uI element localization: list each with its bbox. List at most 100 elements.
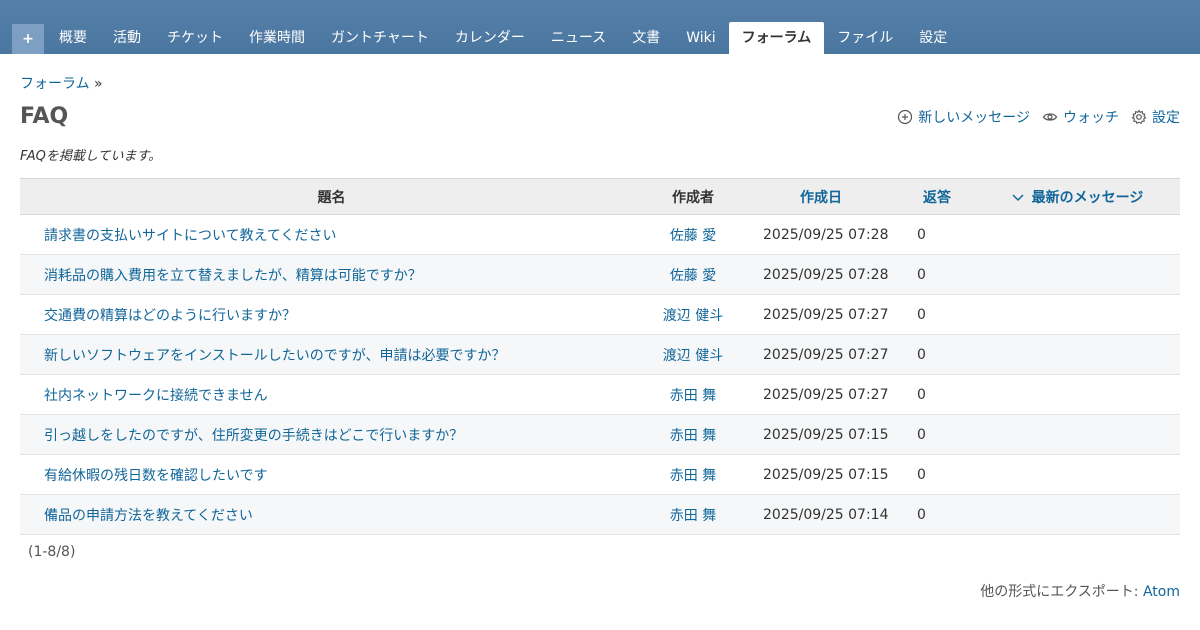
tab-6[interactable]: ニュース xyxy=(538,22,619,54)
tab-9[interactable]: フォーラム xyxy=(728,22,825,54)
new-message-label: 新しいメッセージ xyxy=(918,110,1030,126)
subject-cell: 請求書の支払いサイトについて教えてください xyxy=(20,214,643,255)
tab-10[interactable]: ファイル xyxy=(824,22,906,54)
tab-2[interactable]: チケット xyxy=(154,22,236,54)
author-cell: 佐藤 愛 xyxy=(643,214,743,255)
table-row: 社内ネットワークに接続できません 赤田 舞 2025/09/25 07:27 0 xyxy=(20,374,1180,415)
author-cell: 赤田 舞 xyxy=(643,454,743,495)
table-row: 消耗品の購入費用を立て替えましたが、精算は可能ですか？ 佐藤 愛 2025/09/2… xyxy=(20,254,1180,295)
author-cell: 渡辺 健斗 xyxy=(643,294,743,335)
replies-cell: 0 xyxy=(899,294,975,335)
gear-icon xyxy=(1131,109,1147,125)
replies-cell: 0 xyxy=(899,214,975,255)
message-subject-link[interactable]: 引っ越しをしたのですが、住所変更の手続きはどこで行いますか？ xyxy=(44,428,463,444)
message-subject-link[interactable]: 交通費の精算はどのように行いますか？ xyxy=(44,308,296,324)
last-message-label: 最新のメッセージ xyxy=(1031,189,1144,206)
table-row: 請求書の支払いサイトについて教えてください 佐藤 愛 2025/09/25 07:2… xyxy=(20,214,1180,255)
replies-cell: 0 xyxy=(899,414,975,455)
message-subject-link[interactable]: 新しいソフトウェアをインストールしたいのですが、申請は必要ですか？ xyxy=(44,348,505,364)
author-cell: 赤田 舞 xyxy=(643,374,743,415)
eye-icon xyxy=(1042,113,1058,121)
author-link[interactable]: 赤田 舞 xyxy=(670,508,716,524)
last-message-cell xyxy=(975,294,1180,335)
new-message-link[interactable]: 新しいメッセージ xyxy=(897,107,1030,127)
tab-8[interactable]: Wiki xyxy=(673,22,728,54)
subject-cell: 消耗品の購入費用を立て替えましたが、精算は可能ですか？ xyxy=(20,254,643,295)
tab-7[interactable]: 文書 xyxy=(619,22,673,54)
contextual-actions: 新しいメッセージ ウォッチ 設定 xyxy=(897,107,1180,127)
watch-link[interactable]: ウォッチ xyxy=(1042,107,1119,127)
board-description: FAQを掲載しています。 xyxy=(20,149,162,164)
created-cell: 2025/09/25 07:28 xyxy=(743,254,899,295)
tab-1[interactable]: 活動 xyxy=(100,22,154,54)
author-link[interactable]: 赤田 舞 xyxy=(670,468,716,484)
replies-cell: 0 xyxy=(899,254,975,295)
author-link[interactable]: 佐藤 愛 xyxy=(670,228,716,244)
last-message-cell xyxy=(975,494,1180,535)
created-cell: 2025/09/25 07:28 xyxy=(743,214,899,255)
column-header-author: 作成者 xyxy=(643,178,743,215)
created-cell: 2025/09/25 07:27 xyxy=(743,294,899,335)
created-cell: 2025/09/25 07:15 xyxy=(743,414,899,455)
page-title: FAQ xyxy=(20,104,69,129)
created-cell: 2025/09/25 07:14 xyxy=(743,494,899,535)
tab-5[interactable]: カレンダー xyxy=(442,22,538,54)
breadcrumb-forums-link[interactable]: フォーラム xyxy=(20,76,90,92)
author-cell: 赤田 舞 xyxy=(643,494,743,535)
chevron-down-icon xyxy=(1012,193,1024,201)
table-row: 有給休暇の残日数を確認したいです 赤田 舞 2025/09/25 07:15 0 xyxy=(20,454,1180,495)
replies-cell: 0 xyxy=(899,454,975,495)
export-links: 他の形式にエクスポート: Atom xyxy=(980,581,1180,601)
board-settings-link[interactable]: 設定 xyxy=(1131,107,1180,127)
author-cell: 佐藤 愛 xyxy=(643,254,743,295)
messages-table: 題名 作成者 作成日 返答 最新のメッセージ 請求書の支払いサイトについて教えて… xyxy=(20,178,1180,535)
tab-0[interactable]: 概要 xyxy=(46,22,100,54)
author-link[interactable]: 赤田 舞 xyxy=(670,428,716,444)
author-link[interactable]: 赤田 舞 xyxy=(670,388,716,404)
last-message-cell xyxy=(975,254,1180,295)
export-label: 他の形式にエクスポート: xyxy=(980,584,1139,600)
new-object-button[interactable]: + xyxy=(12,24,44,54)
message-subject-link[interactable]: 有給休暇の残日数を確認したいです xyxy=(44,468,268,484)
replies-cell: 0 xyxy=(899,374,975,415)
table-row: 新しいソフトウェアをインストールしたいのですが、申請は必要ですか？ 渡辺 健斗 20… xyxy=(20,334,1180,375)
replies-cell: 0 xyxy=(899,334,975,375)
author-cell: 赤田 舞 xyxy=(643,414,743,455)
breadcrumb-separator: » xyxy=(94,76,103,92)
last-message-cell xyxy=(975,214,1180,255)
last-message-cell xyxy=(975,334,1180,375)
column-header-subject: 題名 xyxy=(20,178,643,215)
subject-cell: 交通費の精算はどのように行いますか？ xyxy=(20,294,643,335)
top-menu-bar: + 概要 活動 チケット 作業時間 ガントチャート カレンダー ニュース 文書 Wiki フォーラ… xyxy=(0,0,1200,54)
message-subject-link[interactable]: 社内ネットワークに接続できません xyxy=(44,388,268,404)
settings-label: 設定 xyxy=(1152,110,1180,126)
tab-3[interactable]: 作業時間 xyxy=(236,22,318,54)
watch-label: ウォッチ xyxy=(1063,110,1119,126)
author-link[interactable]: 佐藤 愛 xyxy=(670,268,716,284)
subject-cell: 新しいソフトウェアをインストールしたいのですが、申請は必要ですか？ xyxy=(20,334,643,375)
created-cell: 2025/09/25 07:15 xyxy=(743,454,899,495)
message-subject-link[interactable]: 備品の申請方法を教えてください xyxy=(44,508,253,524)
created-cell: 2025/09/25 07:27 xyxy=(743,374,899,415)
column-header-created[interactable]: 作成日 xyxy=(743,178,899,215)
tab-11[interactable]: 設定 xyxy=(906,22,960,54)
table-row: 交通費の精算はどのように行いますか？ 渡辺 健斗 2025/09/25 07:27 0 xyxy=(20,294,1180,335)
table-header-row: 題名 作成者 作成日 返答 最新のメッセージ xyxy=(20,178,1180,215)
column-header-replies[interactable]: 返答 xyxy=(899,178,975,215)
created-cell: 2025/09/25 07:27 xyxy=(743,334,899,375)
last-message-cell xyxy=(975,454,1180,495)
author-cell: 渡辺 健斗 xyxy=(643,334,743,375)
table-row: 備品の申請方法を教えてください 赤田 舞 2025/09/25 07:14 0 xyxy=(20,494,1180,535)
last-message-cell xyxy=(975,374,1180,415)
message-subject-link[interactable]: 請求書の支払いサイトについて教えてください xyxy=(44,228,336,244)
author-link[interactable]: 渡辺 健斗 xyxy=(663,348,723,364)
subject-cell: 有給休暇の残日数を確認したいです xyxy=(20,454,643,495)
column-header-last-message[interactable]: 最新のメッセージ xyxy=(975,178,1180,215)
tab-4[interactable]: ガントチャート xyxy=(318,22,442,54)
atom-export-link[interactable]: Atom xyxy=(1143,584,1180,600)
project-tabs: + 概要 活動 チケット 作業時間 ガントチャート カレンダー ニュース 文書 Wiki フォーラ… xyxy=(12,22,960,54)
last-message-cell xyxy=(975,414,1180,455)
author-link[interactable]: 渡辺 健斗 xyxy=(663,308,723,324)
message-subject-link[interactable]: 消耗品の購入費用を立て替えましたが、精算は可能ですか？ xyxy=(44,268,422,284)
table-row: 引っ越しをしたのですが、住所変更の手続きはどこで行いますか？ 赤田 舞 2025/0… xyxy=(20,414,1180,455)
